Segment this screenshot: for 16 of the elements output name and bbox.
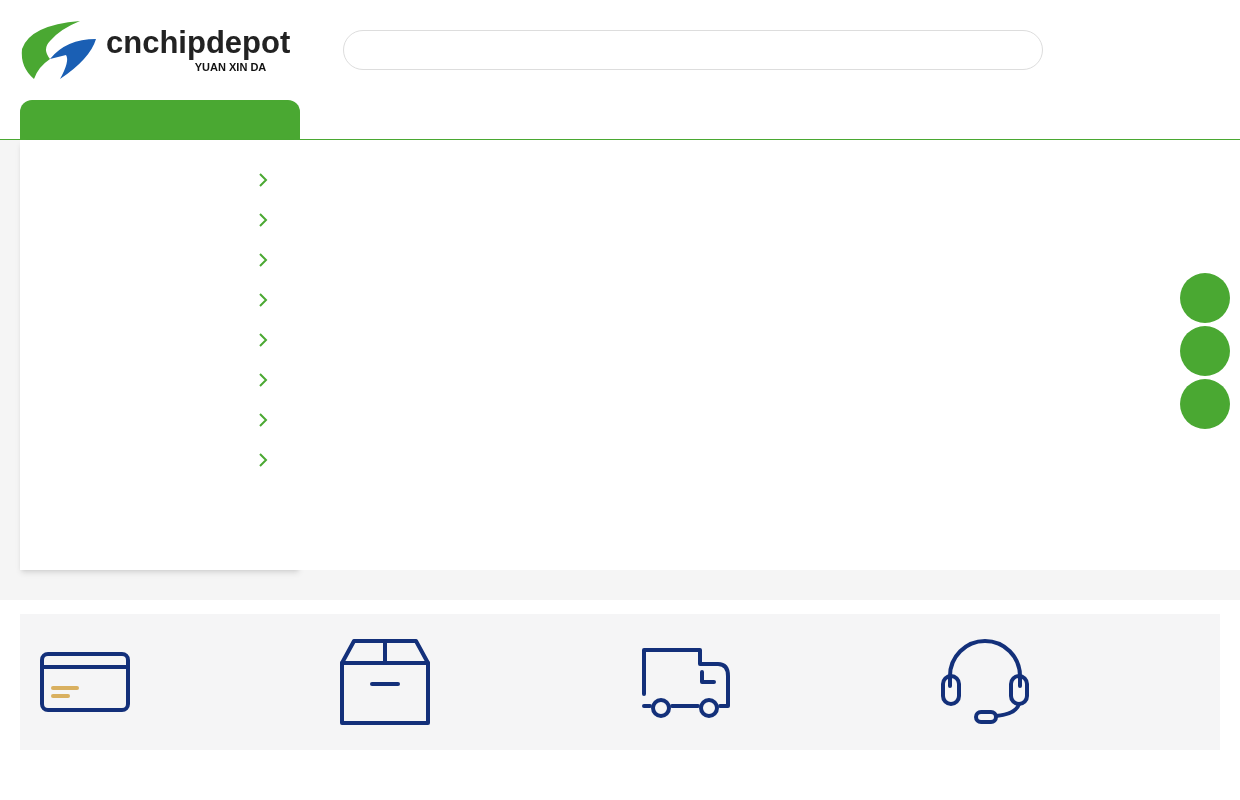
box-icon — [340, 639, 430, 725]
logo-icon — [20, 19, 98, 81]
chevron-right-icon[interactable] — [258, 412, 268, 428]
truck-icon — [640, 646, 732, 718]
headset-icon — [940, 638, 1030, 726]
credit-card-icon — [40, 652, 130, 712]
chevron-right-icon[interactable] — [258, 372, 268, 388]
chevron-right-icon[interactable] — [258, 172, 268, 188]
chevron-right-icon[interactable] — [258, 332, 268, 348]
chevron-right-icon[interactable] — [258, 452, 268, 468]
search-field[interactable] — [343, 30, 1043, 70]
logo-name: cnchipdepot — [106, 27, 291, 58]
chevron-right-icon[interactable] — [258, 292, 268, 308]
chevron-right-icon[interactable] — [258, 212, 268, 228]
logo-tagline: YUAN XIN DA — [194, 62, 267, 73]
chevron-right-icon[interactable] — [258, 252, 268, 268]
